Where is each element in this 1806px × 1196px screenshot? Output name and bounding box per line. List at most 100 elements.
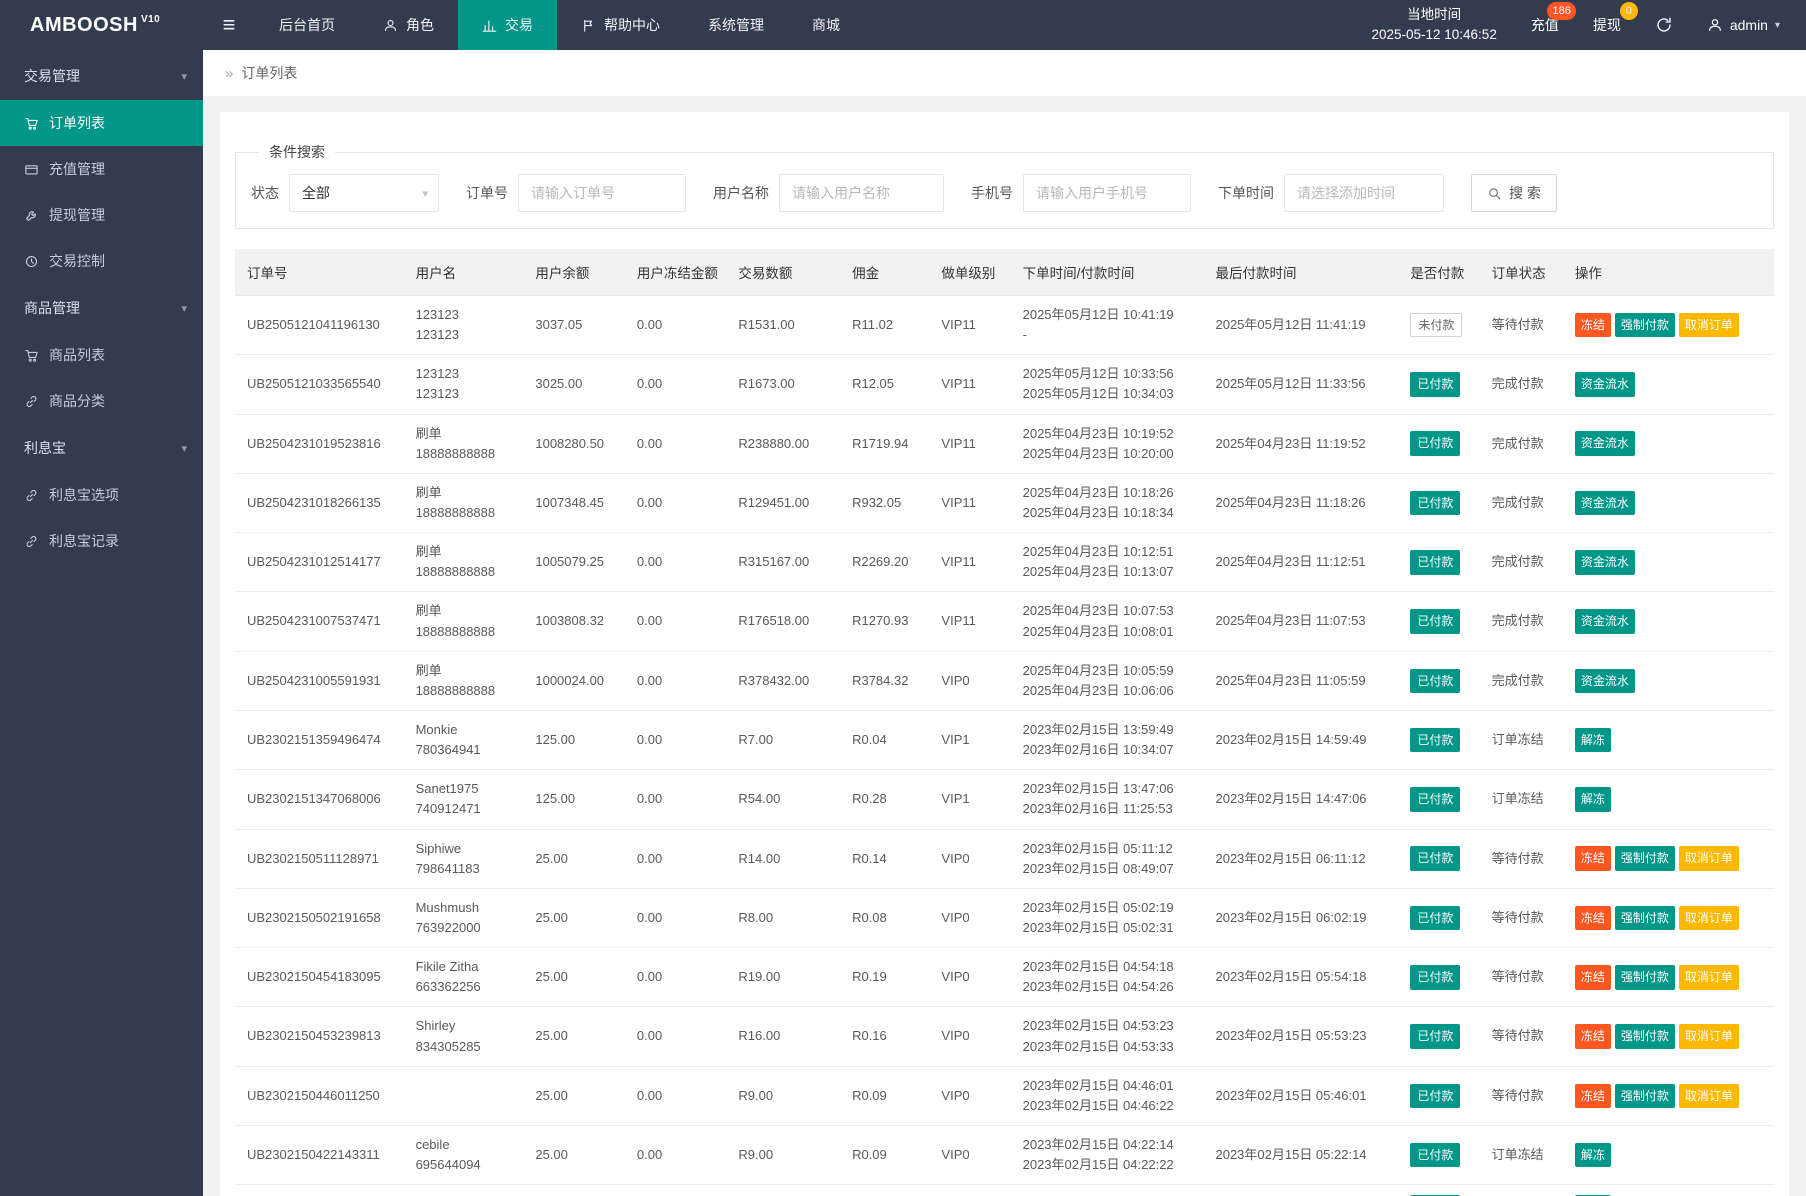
freeze-button[interactable]: 冻结 (1575, 846, 1611, 871)
nav-item-trade[interactable]: 交易 (458, 0, 557, 50)
order-time-input[interactable] (1284, 174, 1444, 212)
username-input[interactable] (779, 174, 944, 212)
freeze-button[interactable]: 冻结 (1575, 1084, 1611, 1109)
order-no-input[interactable] (518, 174, 686, 212)
recharge-link[interactable]: 充值 186 (1531, 15, 1559, 35)
column-header: 操作 (1567, 249, 1774, 296)
cell-order-time: 2023年02月15日 05:02:192023年02月15日 05:02:31 (1015, 888, 1208, 947)
force-pay-button[interactable]: 强制付款 (1615, 846, 1675, 871)
freeze-button[interactable]: 冻结 (1575, 965, 1611, 990)
paid-status-badge: 已付款 (1410, 1024, 1460, 1049)
freeze-button[interactable]: 冻结 (1575, 906, 1611, 931)
chevron-down-icon: ▾ (1775, 20, 1780, 31)
table-row: UB2504231012514177刷单188888888881005079.2… (235, 533, 1774, 592)
column-header: 用户名 (408, 249, 528, 296)
fund-flow-button[interactable]: 资金流水 (1575, 550, 1635, 575)
cancel-order-button[interactable]: 取消订单 (1679, 965, 1739, 990)
unfreeze-button[interactable]: 解冻 (1575, 728, 1611, 753)
user-menu[interactable]: admin ▾ (1707, 17, 1780, 33)
sidebar-item-label: 交易控制 (49, 251, 105, 271)
cell-amount: R9.00 (730, 1066, 844, 1125)
fund-flow-button[interactable]: 资金流水 (1575, 491, 1635, 516)
cell-amount: R378432.00 (730, 651, 844, 710)
sidebar-group-lixibao[interactable]: 利息宝▾ (0, 424, 203, 472)
nav-item-home[interactable]: 后台首页 (255, 0, 359, 50)
fund-flow-button[interactable]: 资金流水 (1575, 609, 1635, 634)
cell-order-no: UB2504231007537471 (235, 592, 408, 651)
cell-level: VIP0 (933, 1185, 1014, 1196)
cell-user: Siphiwe798641183 (408, 829, 528, 888)
cell-commission: R0.28 (844, 770, 933, 829)
cell-paid: 已付款 (1402, 355, 1483, 414)
search-button[interactable]: 搜 索 (1471, 174, 1557, 212)
cell-user: 刷单18888888888 (408, 651, 528, 710)
unfreeze-button[interactable]: 解冻 (1575, 787, 1611, 812)
cell-level: VIP11 (933, 414, 1014, 473)
sidebar-item-goods-category[interactable]: 商品分类 (0, 378, 203, 424)
cancel-order-button[interactable]: 取消订单 (1679, 906, 1739, 931)
nav-item-system[interactable]: 系统管理 (684, 0, 788, 50)
card-icon (24, 162, 39, 177)
chevron-down-icon: ▾ (181, 442, 187, 455)
cell-order-no: UB2302150446011250 (235, 1066, 408, 1125)
sidebar-item-withdraw-manage[interactable]: 提现管理 (0, 192, 203, 238)
force-pay-button[interactable]: 强制付款 (1615, 1024, 1675, 1049)
freeze-button[interactable]: 冻结 (1575, 1024, 1611, 1049)
sidebar-item-lixibao-records[interactable]: 利息宝记录 (0, 518, 203, 564)
sidebar-item-goods-list[interactable]: 商品列表 (0, 332, 203, 378)
cell-frozen: 0.00 (629, 770, 731, 829)
force-pay-button[interactable]: 强制付款 (1615, 965, 1675, 990)
cell-last-pay-time: 2023年02月15日 06:02:19 (1207, 888, 1402, 947)
refresh-icon[interactable] (1655, 16, 1673, 34)
cell-paid: 已付款 (1402, 1066, 1483, 1125)
cancel-order-button[interactable]: 取消订单 (1679, 846, 1739, 871)
nav-item-help[interactable]: 帮助中心 (557, 0, 684, 50)
unfreeze-button[interactable]: 解冻 (1575, 1143, 1611, 1168)
sidebar-item-label: 充值管理 (49, 159, 105, 179)
withdraw-link[interactable]: 提现 0 (1593, 15, 1621, 35)
sidebar-item-order-list[interactable]: 订单列表 (0, 100, 203, 146)
menu-toggle-icon[interactable]: ≡ (203, 0, 255, 50)
cell-balance: 25.00 (527, 829, 629, 888)
cell-order-no: UB2504231005591931 (235, 651, 408, 710)
paid-status-badge: 已付款 (1410, 1143, 1460, 1168)
nav-item-roles[interactable]: 角色 (359, 0, 458, 50)
sidebar-group-label: 商品管理 (24, 298, 80, 318)
cell-commission: R932.05 (844, 473, 933, 532)
sidebar-item-recharge-manage[interactable]: 充值管理 (0, 146, 203, 192)
cell-commission: R0.09 (844, 1066, 933, 1125)
cell-amount: R238880.00 (730, 414, 844, 473)
fund-flow-button[interactable]: 资金流水 (1575, 669, 1635, 694)
phone-input[interactable] (1023, 174, 1191, 212)
nav-item-mall[interactable]: 商城 (788, 0, 864, 50)
cell-paid: 已付款 (1402, 1125, 1483, 1184)
sidebar-item-lixibao-options[interactable]: 利息宝选项 (0, 472, 203, 518)
sidebar-group-trade-manage[interactable]: 交易管理▾ (0, 52, 203, 100)
freeze-button[interactable]: 冻结 (1575, 313, 1611, 338)
force-pay-button[interactable]: 强制付款 (1615, 1084, 1675, 1109)
local-time: 当地时间 2025-05-12 10:46:52 (1371, 5, 1496, 46)
cell-balance: 3037.05 (527, 296, 629, 355)
search-icon (1487, 186, 1502, 201)
cell-level: VIP11 (933, 355, 1014, 414)
cancel-order-button[interactable]: 取消订单 (1679, 1024, 1739, 1049)
paid-status-badge: 已付款 (1410, 372, 1460, 397)
cell-order-no: UB2302150502191658 (235, 888, 408, 947)
phone-label: 手机号 (971, 183, 1013, 203)
force-pay-button[interactable]: 强制付款 (1615, 313, 1675, 338)
cell-level: VIP0 (933, 1125, 1014, 1184)
sidebar-group-goods-manage[interactable]: 商品管理▾ (0, 284, 203, 332)
cancel-order-button[interactable]: 取消订单 (1679, 1084, 1739, 1109)
status-select-value: 全部 (302, 183, 330, 203)
sidebar-item-trade-control[interactable]: 交易控制 (0, 238, 203, 284)
cell-frozen: 0.00 (629, 888, 731, 947)
status-select[interactable]: 全部 ▾ (289, 174, 439, 212)
cancel-order-button[interactable]: 取消订单 (1679, 313, 1739, 338)
fund-flow-button[interactable]: 资金流水 (1575, 372, 1635, 397)
fund-flow-button[interactable]: 资金流水 (1575, 431, 1635, 456)
cell-actions: 解冻 (1567, 770, 1774, 829)
force-pay-button[interactable]: 强制付款 (1615, 906, 1675, 931)
app-logo: AMBOOSHV10 (0, 0, 203, 50)
cell-user: 刷单18888888888 (408, 533, 528, 592)
table-row: UB2302150454183095Fikile Zitha6633622562… (235, 948, 1774, 1007)
